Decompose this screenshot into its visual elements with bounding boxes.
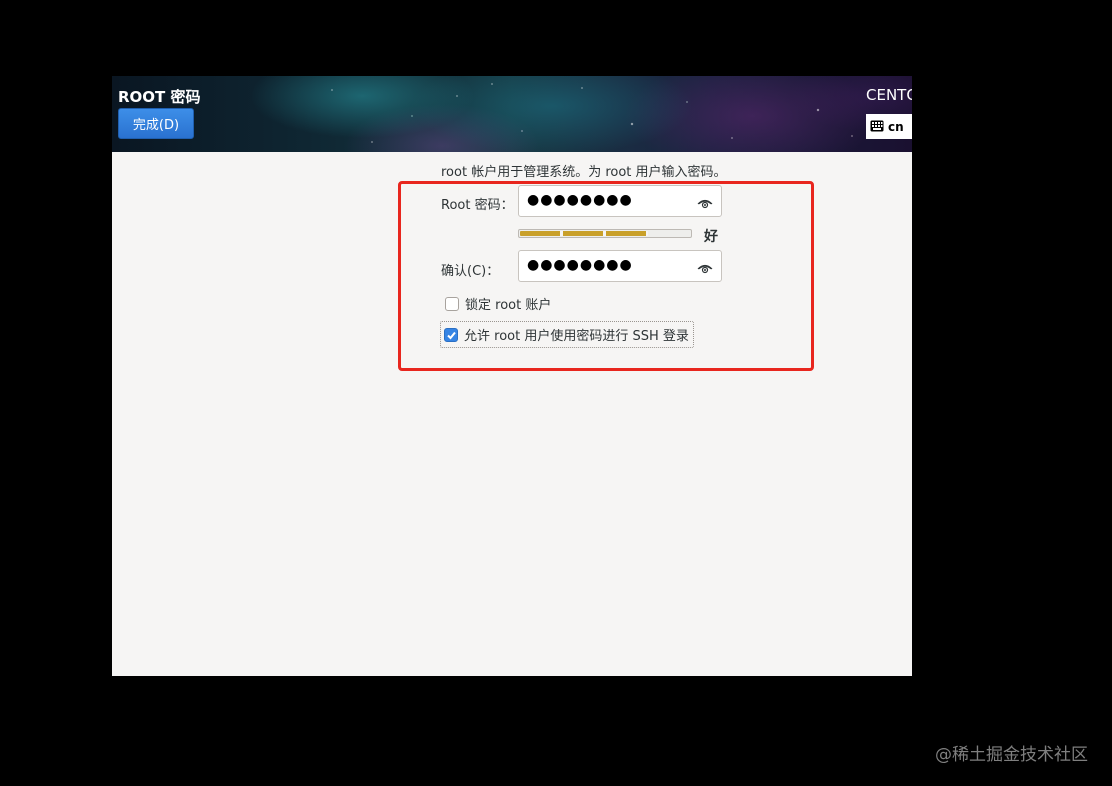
installer-window: ROOT 密码 完成(D) CENTOS cn [112,76,912,676]
password-strength-fill [520,231,648,236]
header-banner: ROOT 密码 完成(D) CENTOS cn [112,76,912,152]
root-password-field[interactable]: ●●●●●●●● [518,185,722,217]
allow-ssh-option[interactable]: 允许 root 用户使用密码进行 SSH 登录 [440,321,694,348]
done-button[interactable]: 完成(D) [118,108,194,139]
confirm-password-field[interactable]: ●●●●●●●● [518,250,722,282]
keyboard-icon [870,117,884,136]
lock-root-option[interactable]: 锁定 root 账户 [445,294,551,313]
eye-icon[interactable] [697,195,713,214]
lock-root-label: 锁定 root 账户 [465,298,552,313]
root-password-label: Root 密码： [441,198,514,213]
confirm-password-value: ●●●●●●●● [527,257,633,273]
keyboard-layout-label: cn [888,119,904,134]
checkmark-icon [447,331,456,339]
watermark: @稀土掘金技术社区 [935,745,1088,765]
allow-ssh-label: 允许 root 用户使用密码进行 SSH 登录 [464,329,689,344]
starfield-background [112,76,912,152]
eye-icon[interactable] [697,260,713,279]
confirm-password-label: 确认(C)： [441,264,500,279]
description-text: root 帐户用于管理系统。为 root 用户输入密码。 [441,165,727,180]
keyboard-layout-indicator[interactable]: cn [866,114,912,139]
root-password-value: ●●●●●●●● [527,192,633,208]
password-strength-bar [518,229,692,238]
page-title: ROOT 密码 [118,88,201,106]
content-area: root 帐户用于管理系统。为 root 用户输入密码。 Root 密码： ●●… [112,152,912,676]
lock-root-checkbox[interactable] [445,296,459,311]
distro-title: CENTOS [866,86,912,104]
allow-ssh-checkbox[interactable] [444,327,458,342]
password-strength-label: 好 [704,229,718,245]
